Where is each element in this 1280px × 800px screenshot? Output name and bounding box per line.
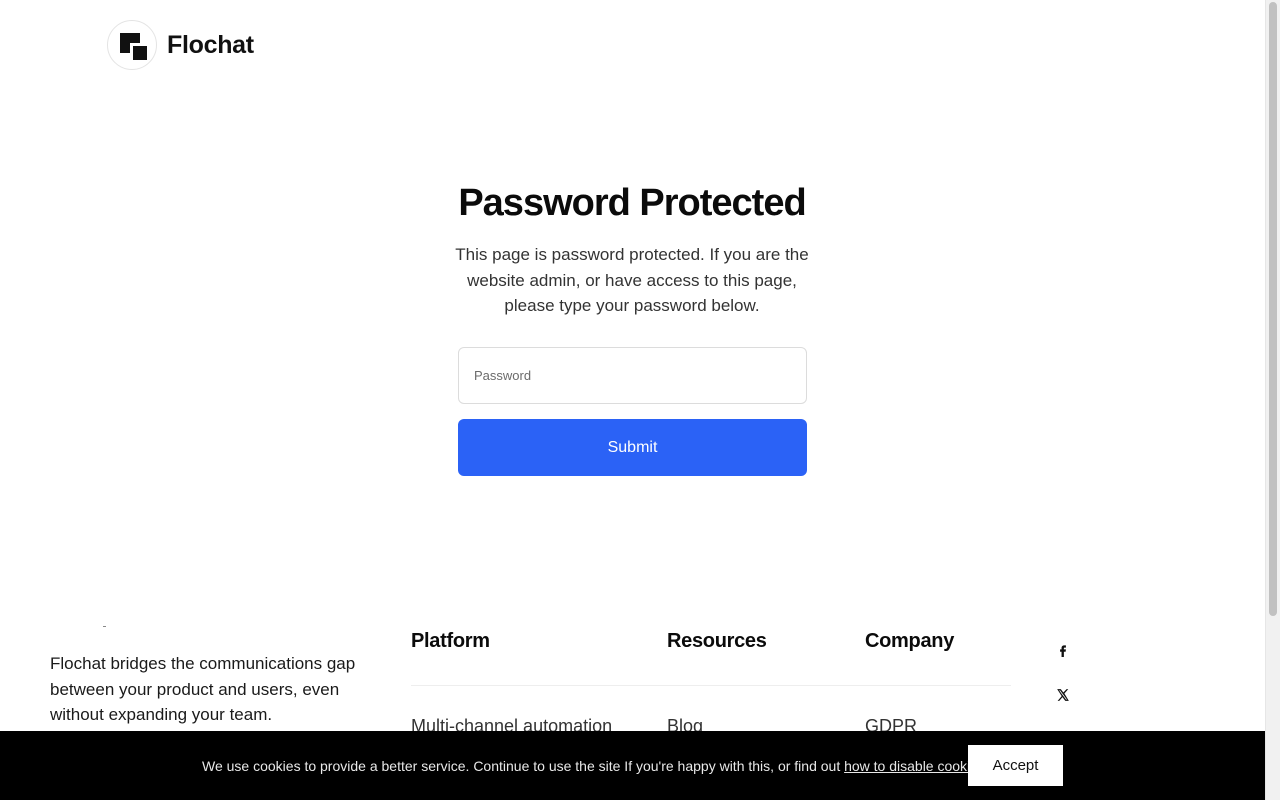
submit-button[interactable]: Submit (458, 419, 807, 476)
cookie-text-before: We use cookies to provide a better servi… (202, 758, 845, 774)
facebook-icon[interactable] (1052, 639, 1074, 661)
cookie-message: We use cookies to provide a better servi… (202, 758, 989, 774)
disable-cookies-link[interactable]: how to disable cookies (844, 758, 985, 774)
footer-description: Flochat bridges the communications gap b… (50, 654, 356, 724)
scrollbar-thumb[interactable] (1269, 2, 1277, 616)
scrollbar-track[interactable] (1265, 0, 1280, 800)
footer-heading-platform: Platform (411, 630, 490, 652)
cookie-banner: We use cookies to provide a better servi… (0, 731, 1265, 800)
logo-mark-icon (107, 20, 157, 70)
password-protect-panel: Password Protected This page is password… (440, 178, 824, 319)
logo-link[interactable]: Flochat (107, 19, 254, 71)
footer-divider (411, 685, 1011, 686)
x-icon[interactable] (1052, 684, 1074, 706)
logo-text: Flochat (167, 30, 254, 59)
footer-heading-resources: Resources (667, 630, 767, 652)
password-input[interactable] (458, 347, 807, 404)
footer-heading-company: Company (865, 630, 955, 652)
page-description: This page is password protected. If you … (455, 245, 809, 315)
footer-logo-remnant (103, 626, 106, 627)
accept-cookies-button[interactable]: Accept (968, 745, 1063, 786)
page-title: Password Protected (458, 182, 806, 224)
